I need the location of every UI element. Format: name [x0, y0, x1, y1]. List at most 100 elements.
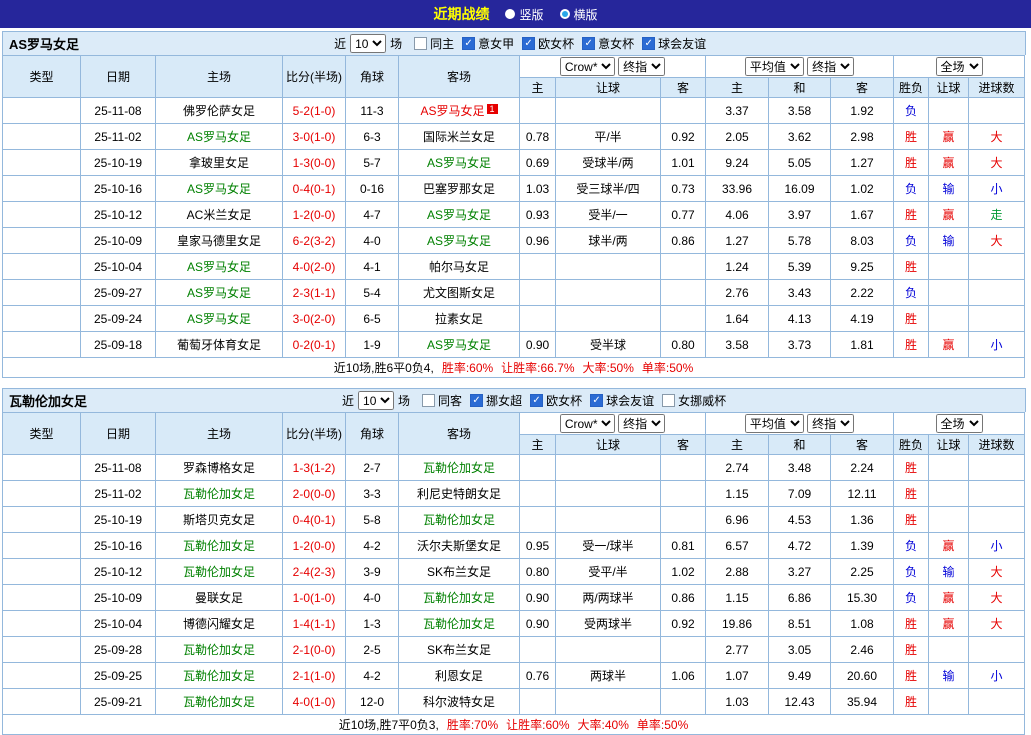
filter-checkbox[interactable]: ✓欧女杯 — [530, 392, 582, 409]
checkbox-label: 意女杯 — [598, 35, 634, 52]
col-avg-home: 主 — [706, 435, 769, 455]
radio-vertical-layout[interactable]: 竖版 — [505, 6, 543, 23]
filter-checkbox[interactable]: ✓球会友谊 — [642, 35, 706, 52]
handicap-line: 受三球半/四 — [556, 176, 661, 202]
match-date: 25-09-25 — [81, 663, 156, 689]
home-team: 斯塔贝克女足 — [156, 507, 283, 533]
handicap-result: 输 — [929, 663, 969, 689]
goals-result — [969, 254, 1025, 280]
filter-checkbox[interactable]: 同主 — [414, 35, 454, 52]
checkbox-icon — [414, 37, 427, 50]
result: 负 — [894, 533, 929, 559]
avg-selects-cell: 平均值 终指 — [706, 413, 894, 435]
home-odds: 0.90 — [520, 332, 556, 358]
home-odds — [520, 280, 556, 306]
handicap-line: 受两球半 — [556, 611, 661, 637]
handicap-line: 受一/球半 — [556, 533, 661, 559]
away-team: AS罗马女足1 — [399, 98, 520, 124]
radio-horizontal-layout[interactable]: 横版 — [560, 6, 598, 23]
col-type: 类型 — [3, 413, 81, 455]
result: 胜 — [894, 689, 929, 715]
home-odds — [520, 637, 556, 663]
handicap-result: 输 — [929, 559, 969, 585]
away-odds: 0.86 — [661, 585, 706, 611]
corners: 1-9 — [346, 332, 399, 358]
avg-away-odds: 2.22 — [831, 280, 894, 306]
col-type: 类型 — [3, 56, 81, 98]
avg-kind-select[interactable]: 终指 — [807, 57, 854, 76]
checkbox-icon: ✓ — [530, 394, 543, 407]
home-team: 博德闪耀女足 — [156, 611, 283, 637]
away-odds: 0.92 — [661, 124, 706, 150]
handicap-result — [929, 455, 969, 481]
home-team: 罗森博格女足 — [156, 455, 283, 481]
scope-select[interactable]: 全场 — [936, 57, 983, 76]
result: 胜 — [894, 306, 929, 332]
match-date: 25-09-21 — [81, 689, 156, 715]
summary-stats: 胜率:70%让胜率:60%大率:40%单率:50% — [439, 718, 688, 732]
avg-away-odds: 4.19 — [831, 306, 894, 332]
handicap-result: 赢 — [929, 533, 969, 559]
handicap-result — [929, 98, 969, 124]
avg-draw-odds: 7.09 — [769, 481, 831, 507]
avg-draw-odds: 8.51 — [769, 611, 831, 637]
col-corners: 角球 — [346, 56, 399, 98]
filter-checkbox[interactable]: ✓意女杯 — [582, 35, 634, 52]
odds-source-select[interactable]: Crow* — [560, 57, 615, 76]
scope-select[interactable]: 全场 — [936, 414, 983, 433]
score: 1-2(0-0) — [283, 202, 346, 228]
avg-away-odds: 1.81 — [831, 332, 894, 358]
home-team: 瓦勒伦加女足 — [156, 559, 283, 585]
match-date: 25-11-08 — [81, 455, 156, 481]
corners: 6-3 — [346, 124, 399, 150]
checkbox-label: 球会友谊 — [606, 392, 654, 409]
league-badge: 挪女超 — [3, 663, 81, 689]
goals-result — [969, 280, 1025, 306]
away-odds — [661, 455, 706, 481]
summary-stat: 让胜率:66.7% — [501, 361, 574, 375]
away-team: AS罗马女足 — [399, 228, 520, 254]
handicap-line — [556, 306, 661, 332]
filter-checkbox[interactable]: 女挪威杯 — [662, 392, 726, 409]
col-odds-away: 客 — [661, 78, 706, 98]
filter-bar: 近 10 场 同主✓意女甲✓欧女杯✓意女杯✓球会友谊 — [334, 34, 706, 53]
score: 2-3(1-1) — [283, 280, 346, 306]
avg-source-select[interactable]: 平均值 — [745, 414, 804, 433]
away-team: 利尼史特朗女足 — [399, 481, 520, 507]
match-row: 意女杯25-09-27AS罗马女足2-3(1-1)5-4尤文图斯女足2.763.… — [3, 280, 1025, 306]
match-row: 挪女超25-11-02瓦勒伦加女足2-0(0-0)3-3利尼史特朗女足1.157… — [3, 481, 1025, 507]
avg-selects-cell: 平均值 终指 — [706, 56, 894, 78]
recent-count-select[interactable]: 10 — [358, 391, 394, 410]
goals-result: 大 — [969, 124, 1025, 150]
odds-kind-select[interactable]: 终指 — [618, 57, 665, 76]
col-date: 日期 — [81, 56, 156, 98]
match-row: 意女甲25-10-04AS罗马女足4-0(2-0)4-1帕尔马女足1.245.3… — [3, 254, 1025, 280]
odds-source-select[interactable]: Crow* — [560, 414, 615, 433]
result: 负 — [894, 228, 929, 254]
goals-result — [969, 98, 1025, 124]
summary-stat: 大率:50% — [583, 361, 634, 375]
odds-kind-select[interactable]: 终指 — [618, 414, 665, 433]
result: 胜 — [894, 332, 929, 358]
filter-checkbox[interactable]: ✓挪女超 — [470, 392, 522, 409]
col-avg-draw: 和 — [769, 435, 831, 455]
league-badge: 欧女杯 — [3, 585, 81, 611]
filter-checkbox[interactable]: ✓意女甲 — [462, 35, 514, 52]
filter-checkbox[interactable]: 同客 — [422, 392, 462, 409]
checkbox-icon: ✓ — [522, 37, 535, 50]
away-team: 瓦勒伦加女足 — [399, 455, 520, 481]
score: 1-0(1-0) — [283, 585, 346, 611]
avg-draw-odds: 3.58 — [769, 98, 831, 124]
away-odds: 0.81 — [661, 533, 706, 559]
goals-result: 小 — [969, 176, 1025, 202]
avg-draw-odds: 5.05 — [769, 150, 831, 176]
avg-source-select[interactable]: 平均值 — [745, 57, 804, 76]
col-avg-draw: 和 — [769, 78, 831, 98]
filter-checkbox[interactable]: ✓欧女杯 — [522, 35, 574, 52]
handicap-line: 受半/一 — [556, 202, 661, 228]
filter-checkbox[interactable]: ✓球会友谊 — [590, 392, 654, 409]
avg-draw-odds: 3.27 — [769, 559, 831, 585]
recent-count-select[interactable]: 10 — [350, 34, 386, 53]
avg-kind-select[interactable]: 终指 — [807, 414, 854, 433]
corners: 4-0 — [346, 585, 399, 611]
